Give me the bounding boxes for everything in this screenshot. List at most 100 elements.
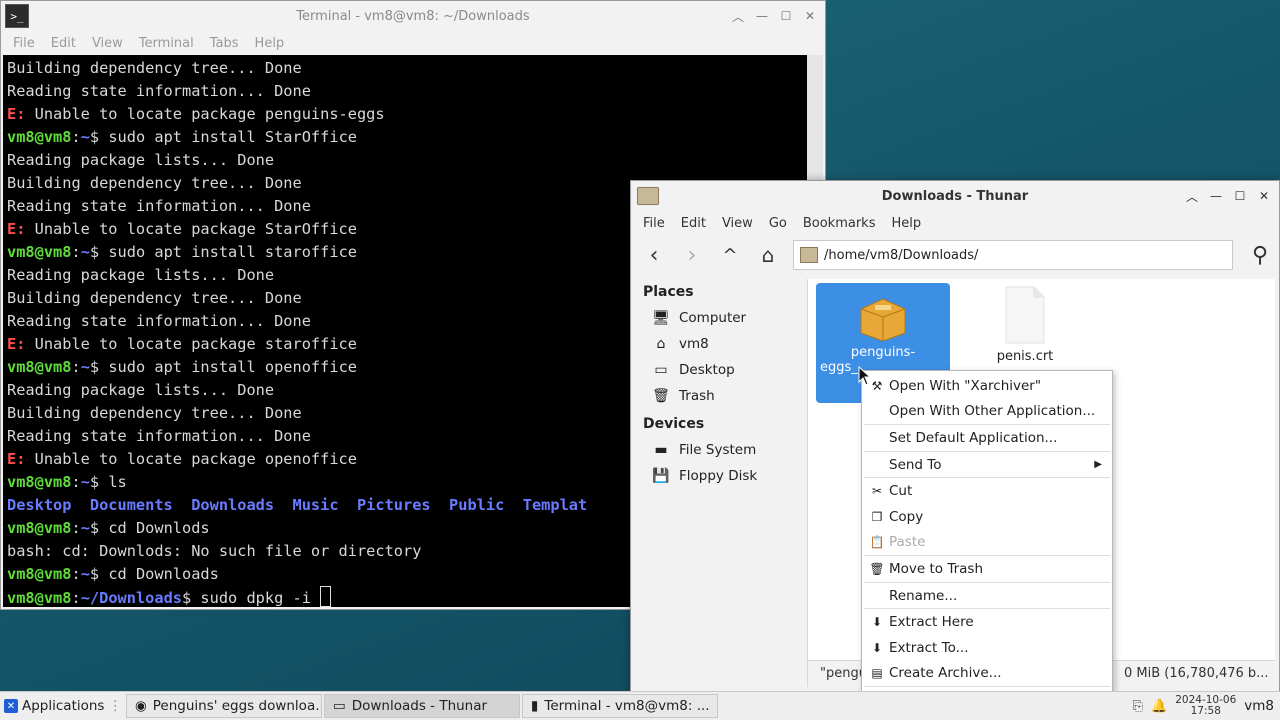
copy-icon: ❐ <box>871 509 883 524</box>
menu-item-create-archive[interactable]: ▤ Create Archive... <box>862 661 1112 687</box>
sidebar-item-computer[interactable]: 🖥 Computer <box>635 305 805 331</box>
sidebar-item-label: Floppy Disk <box>679 468 758 484</box>
terminal-text: Unable to locate package penguins-eggs <box>25 105 385 123</box>
terminal-text: Reading state information... Done <box>7 312 311 330</box>
user-button[interactable]: vm8 <box>1244 698 1274 714</box>
thunar-toolbar: ‹ › ^ ⌂ /home/vm8/Downloads/ ⚲ <box>631 235 1279 275</box>
terminal-text: $ sudo apt install openoffice <box>89 358 357 376</box>
terminal-text: Reading state information... Done <box>7 427 311 445</box>
terminal-line: vm8@vm8:~$ sudo apt install StarOffice <box>7 126 803 149</box>
menu-item-extract-to[interactable]: ⬇ Extract To... <box>862 635 1112 661</box>
menu-item-cut[interactable]: ✂ Cut <box>862 478 1112 504</box>
terminal-text: : <box>71 565 81 583</box>
terminal-text: : <box>71 519 81 537</box>
context-menu[interactable]: ⚒ Open With "Xarchiver" Open With Other Ap… <box>861 370 1113 708</box>
location-folder-icon <box>800 247 818 263</box>
terminal-menu-help[interactable]: Help <box>247 36 293 51</box>
status-text-left: "pengu <box>820 666 867 681</box>
terminal-menu-terminal[interactable]: Terminal <box>131 36 202 51</box>
menu-item-label: Rename... <box>889 587 958 604</box>
menu-item-paste: 📋 Paste <box>862 530 1112 556</box>
back-arrow-icon[interactable]: ‹ <box>639 240 669 270</box>
menu-item-move-to-trash[interactable]: 🗑 Move to Trash <box>862 556 1112 582</box>
mouse-pointer-icon <box>858 366 872 386</box>
terminal-text: $ sudo dpkg -i <box>182 589 321 607</box>
floppy-icon: 💾 <box>652 468 670 484</box>
search-icon[interactable]: ⚲ <box>1245 240 1275 270</box>
menu-item-label: Set Default Application... <box>889 429 1058 446</box>
terminal-text: ~ <box>80 519 90 537</box>
terminal-text: : <box>71 358 81 376</box>
terminal-text: : <box>71 128 81 146</box>
scissors-icon: ✂ <box>871 484 883 499</box>
terminal-menu-view[interactable]: View <box>84 36 131 51</box>
taskbar-task-0[interactable]: ◉ Penguins' eggs downloa... <box>125 694 322 718</box>
menu-item-extract-here[interactable]: ⬇ Extract Here <box>862 609 1112 635</box>
taskbar-task-label: Downloads - Thunar <box>351 698 488 714</box>
menu-item-label: Extract To... <box>889 639 969 656</box>
terminal-text: E: <box>7 220 26 238</box>
terminal-text: Reading state information... Done <box>7 82 311 100</box>
terminal-maximize-button[interactable]: ☐ <box>777 7 795 25</box>
location-bar[interactable]: /home/vm8/Downloads/ <box>793 240 1233 270</box>
forward-arrow-icon[interactable]: › <box>677 240 707 270</box>
sidebar-item-floppy-disk[interactable]: 💾 Floppy Disk <box>635 463 805 489</box>
thunar-menu-edit[interactable]: Edit <box>673 216 714 231</box>
sidebar-item-vm8[interactable]: ⌂ vm8 <box>635 331 805 357</box>
trash-icon: 🗑 <box>869 561 885 576</box>
sidebar-item-desktop[interactable]: ▭ Desktop <box>635 357 805 383</box>
terminal-line: E: Unable to locate package penguins-egg… <box>7 103 803 126</box>
thunar-menu-bookmarks[interactable]: Bookmarks <box>795 216 884 231</box>
sidebar-item-label: vm8 <box>679 336 709 352</box>
home-icon[interactable]: ⌂ <box>753 240 783 270</box>
thunar-shade-button[interactable]: ︿ <box>1183 187 1201 205</box>
thunar-minimize-button[interactable]: — <box>1207 187 1225 205</box>
terminal-text: $ cd Downlods <box>89 519 210 537</box>
applications-handle-icon: ⋮ <box>108 698 122 714</box>
thunar-close-button[interactable]: ✕ <box>1255 187 1273 205</box>
terminal-text: ~ <box>80 358 90 376</box>
file-label-line1: penguins- <box>850 345 916 360</box>
thunar-maximize-button[interactable]: ☐ <box>1231 187 1249 205</box>
applications-menu-button[interactable]: Applications <box>22 698 104 714</box>
menu-item-label: Paste <box>889 534 926 551</box>
terminal-menu-tabs[interactable]: Tabs <box>202 36 247 51</box>
clock[interactable]: 2024-10-06 17:58 <box>1175 695 1236 717</box>
menu-item-set-default-application[interactable]: Set Default Application... <box>862 425 1112 451</box>
sidebar-item-trash[interactable]: 🗑 Trash <box>635 383 805 409</box>
terminal-close-button[interactable]: ✕ <box>801 7 819 25</box>
notification-bell-icon[interactable]: 🔔 <box>1151 699 1167 714</box>
terminal-titlebar[interactable]: >_ Terminal - vm8@vm8: ~/Downloads ︿ — ☐… <box>1 1 825 31</box>
terminal-text: Reading state information... Done <box>7 197 311 215</box>
terminal-text: Unable to locate package staroffice <box>25 335 357 353</box>
menu-item-label: Copy <box>889 508 924 525</box>
places-heading: Places <box>643 284 694 300</box>
up-arrow-icon[interactable]: ^ <box>715 240 745 270</box>
sidebar-item-file-system[interactable]: ▬ File System <box>635 437 805 463</box>
menu-item-rename[interactable]: Rename... <box>862 583 1112 609</box>
thunar-menu-file[interactable]: File <box>635 216 673 231</box>
taskbar-task-2[interactable]: ▮ Terminal - vm8@vm8: ... <box>521 694 718 718</box>
terminal-shade-button[interactable]: ︿ <box>729 7 747 25</box>
menu-item-open-with-xarchiver[interactable]: ⚒ Open With "Xarchiver" <box>862 373 1112 399</box>
terminal-text: vm8@vm8 <box>7 128 72 146</box>
clipboard-icon[interactable]: ⎘ <box>1133 699 1143 714</box>
menu-item-open-with-other-application[interactable]: Open With Other Application... <box>862 399 1112 425</box>
file-item-penis-crt[interactable]: penis.crt <box>958 283 1092 373</box>
thunar-menu-go[interactable]: Go <box>761 216 795 231</box>
menu-item-label: Move to Trash <box>889 560 984 577</box>
thunar-menu-view[interactable]: View <box>714 216 761 231</box>
thunar-menu-help[interactable]: Help <box>883 216 929 231</box>
terminal-line: Reading state information... Done <box>7 80 803 103</box>
terminal-text: vm8@vm8 <box>7 358 72 376</box>
terminal-menu-edit[interactable]: Edit <box>43 36 84 51</box>
menu-item-send-to[interactable]: Send To ▶ <box>862 452 1112 478</box>
terminal-menu-file[interactable]: File <box>5 36 43 51</box>
menu-item-copy[interactable]: ❐ Copy <box>862 504 1112 530</box>
terminal-minimize-button[interactable]: — <box>753 7 771 25</box>
terminal-text: Desktop Documents Downloads Music Pictur… <box>7 496 588 514</box>
system-tray: ⎘ 🔔 2024-10-06 17:58 vm8 <box>1133 695 1280 717</box>
thunar-titlebar[interactable]: Downloads - Thunar ︿ — ☐ ✕ <box>631 181 1279 211</box>
folder-icon: ▭ <box>332 698 346 714</box>
taskbar-task-1[interactable]: ▭ Downloads - Thunar <box>323 694 520 718</box>
